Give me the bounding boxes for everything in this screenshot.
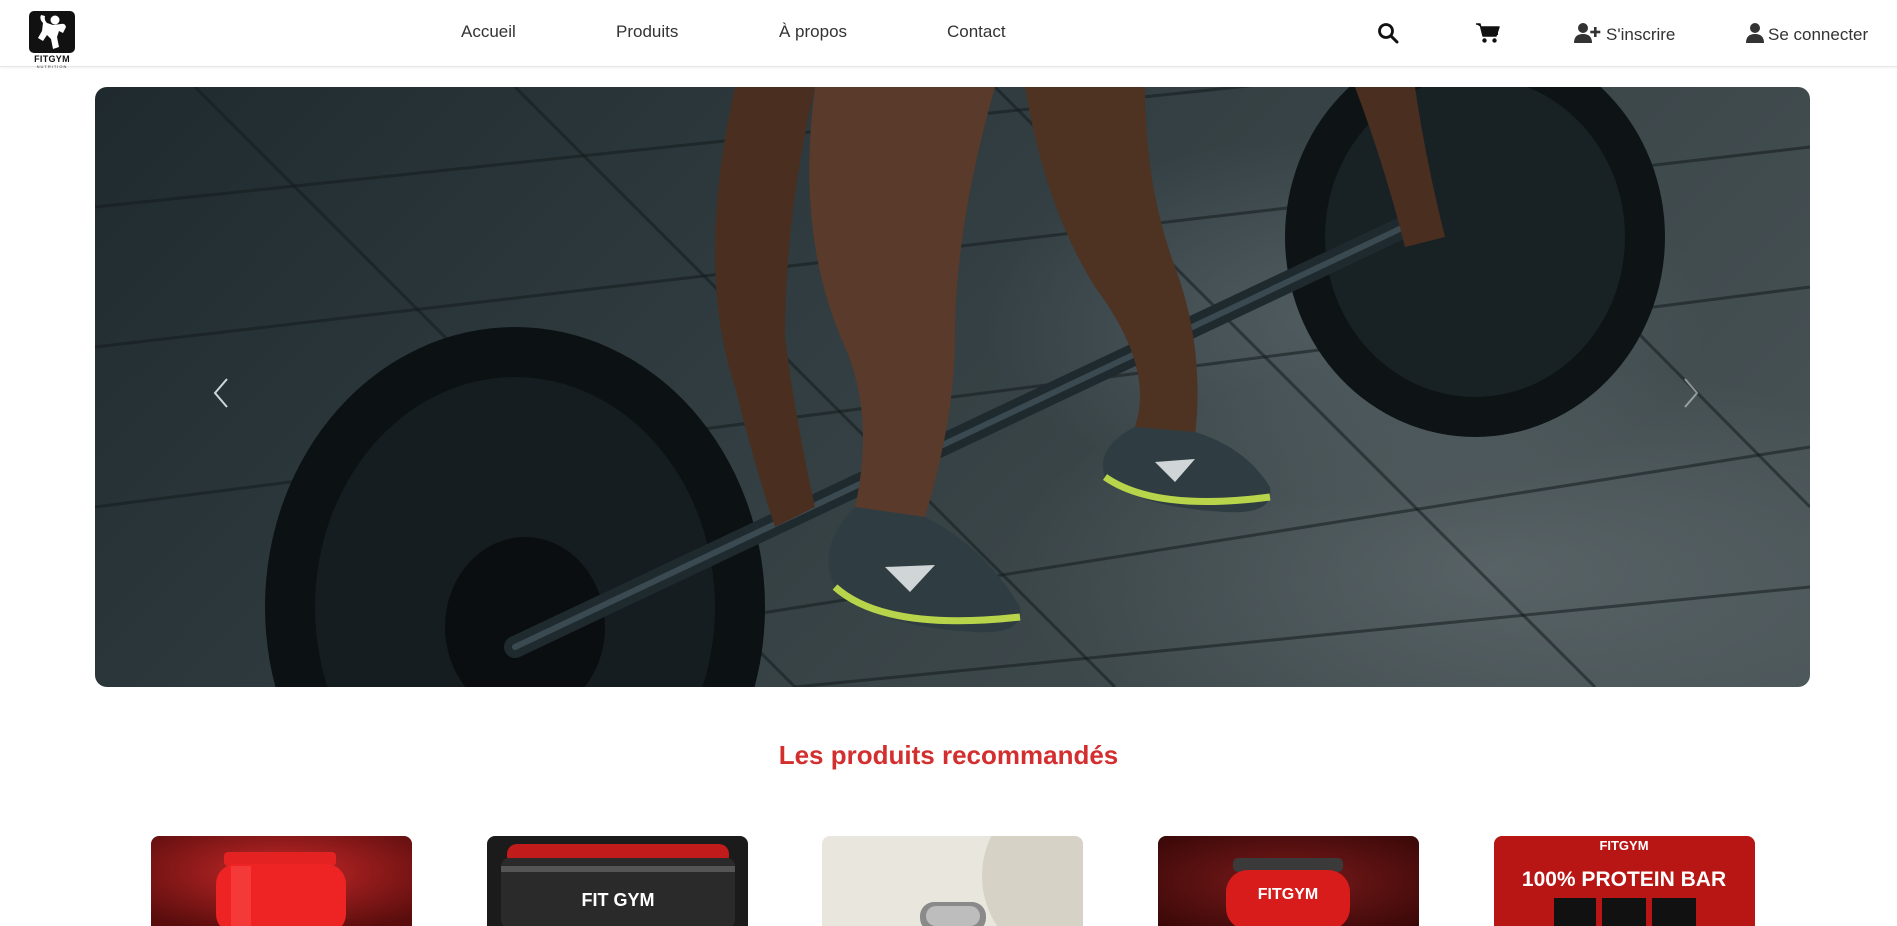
product-image: FITGYM 100% PROTEIN BAR [1494, 836, 1755, 926]
chevron-left-icon [213, 378, 228, 408]
logo-mark [29, 11, 75, 53]
product-card[interactable]: FITGYM 100% PROTEIN BAR [1494, 836, 1755, 926]
product-image: FIT GYM [487, 836, 748, 926]
user-icon [1746, 22, 1764, 49]
user-plus-icon [1574, 22, 1602, 49]
nav-item-contact[interactable]: Contact [947, 22, 1006, 42]
brand-name: FITGYM [34, 54, 70, 64]
login-label: Se connecter [1768, 25, 1869, 44]
product-card[interactable] [151, 836, 412, 926]
product-card[interactable]: FIT GYM [487, 836, 748, 926]
carousel-next-button[interactable] [1675, 373, 1705, 413]
product-image [151, 836, 412, 926]
signup-link[interactable]: S'inscrire [1574, 22, 1675, 48]
nav-item-a-propos[interactable]: À propos [779, 22, 847, 42]
hero-carousel [95, 87, 1810, 687]
brand-tagline: NUTRITION [36, 64, 68, 69]
chevron-right-icon [1684, 378, 1699, 408]
product-card[interactable]: FITGYM [1158, 836, 1419, 926]
signup-label: S'inscrire [1606, 25, 1676, 44]
product-card[interactable] [822, 836, 1083, 926]
nav-item-produits[interactable]: Produits [616, 22, 678, 42]
site-header: FITGYM NUTRITION Accueil Produits À prop… [0, 0, 1897, 69]
product-brand: FITGYM [1599, 838, 1648, 853]
hero-image [95, 87, 1810, 687]
nav-item-accueil[interactable]: Accueil [461, 22, 516, 42]
product-image: FITGYM [1158, 836, 1419, 926]
recommended-title: Les produits recommandés [778, 740, 1119, 770]
product-label: FIT GYM [582, 890, 655, 910]
carousel-prev-button[interactable] [207, 373, 237, 413]
login-link[interactable]: Se connecter [1746, 22, 1868, 48]
brand-logo[interactable]: FITGYM NUTRITION [29, 11, 75, 69]
product-label: 100% PROTEIN BAR [1522, 868, 1726, 891]
product-image [822, 836, 1083, 926]
cart-icon[interactable] [1475, 22, 1500, 49]
search-icon[interactable] [1377, 22, 1399, 49]
product-label: FITGYM [1258, 886, 1318, 903]
